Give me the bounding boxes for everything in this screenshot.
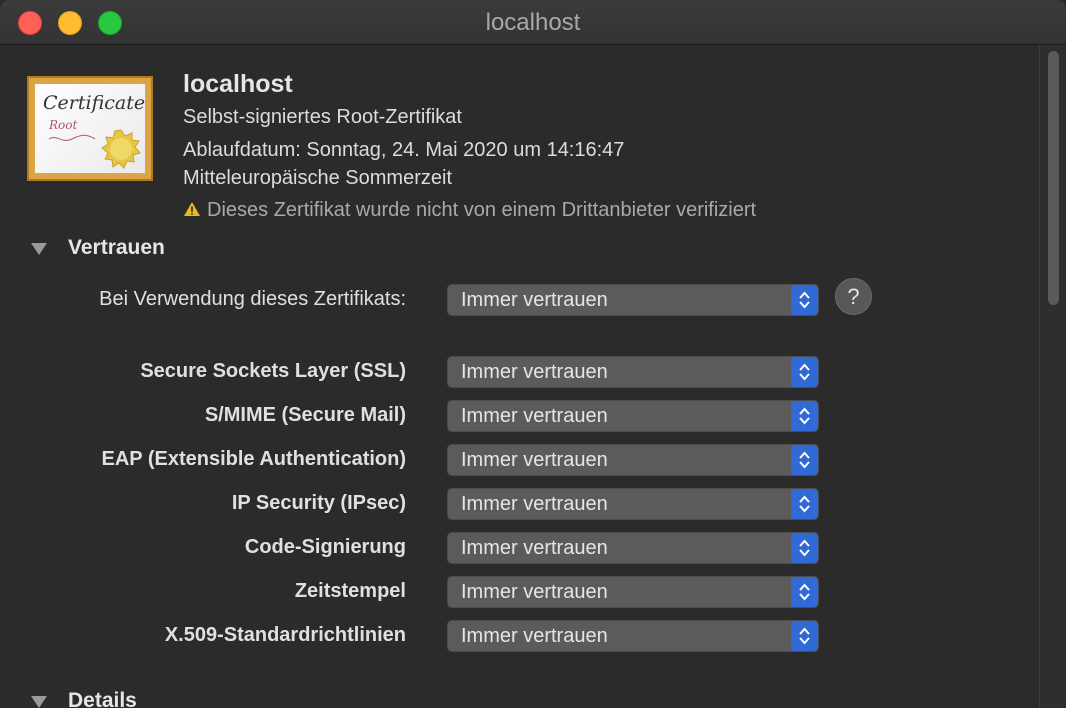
- select-value: Immer vertrauen: [461, 581, 608, 603]
- select-value: Immer vertrauen: [461, 361, 608, 383]
- trust-row-label-timestamp: Zeitstempel: [294, 580, 406, 602]
- select-value: Immer vertrauen: [461, 449, 608, 471]
- warning-icon: [184, 202, 200, 216]
- certificate-icon-word: Certificate: [43, 92, 146, 114]
- trust-row-label-ssl: Secure Sockets Layer (SSL): [140, 360, 406, 382]
- trust-select-eap[interactable]: Immer vertrauen: [447, 444, 819, 476]
- main-trust-label: Bei Verwendung dieses Zertifikats:: [99, 288, 406, 310]
- scrollbar-thumb[interactable]: [1048, 51, 1059, 305]
- scrollbar[interactable]: [1039, 45, 1066, 708]
- select-value: Immer vertrauen: [461, 537, 608, 559]
- select-value: Immer vertrauen: [461, 289, 608, 311]
- certificate-window: localhost Certificate Root localhost Sel…: [0, 0, 1066, 708]
- disclosure-triangle-icon[interactable]: [30, 695, 48, 708]
- updown-chevron-icon: [791, 621, 818, 651]
- trust-row-label-x509: X.509-Standardrichtlinien: [164, 624, 406, 646]
- trust-row-label-eap: EAP (Extensible Authentication): [101, 448, 406, 470]
- certificate-icon: Certificate Root: [27, 76, 153, 181]
- trust-select-ipsec[interactable]: Immer vertrauen: [447, 488, 819, 520]
- updown-chevron-icon: [791, 489, 818, 519]
- certificate-expiry: Ablaufdatum: Sonntag, 24. Mai 2020 um 14…: [183, 139, 625, 161]
- trust-row-label-smime: S/MIME (Secure Mail): [204, 404, 406, 426]
- window-title: localhost: [485, 9, 581, 36]
- swirl-icon: [48, 134, 96, 141]
- trust-select-smime[interactable]: Immer vertrauen: [447, 400, 819, 432]
- title-bar: localhost: [0, 0, 1066, 45]
- main-trust-select[interactable]: Immer vertrauen: [447, 284, 819, 316]
- certificate-icon-sub: Root: [49, 118, 78, 132]
- select-value: Immer vertrauen: [461, 405, 608, 427]
- content-area: Certificate Root localhost Selbst-signie…: [0, 45, 1040, 708]
- select-value: Immer vertrauen: [461, 493, 608, 515]
- trust-row-label-codesign: Code-Signierung: [244, 536, 406, 558]
- trust-row-label-ipsec: IP Security (IPsec): [231, 492, 406, 514]
- verification-warning: Dieses Zertifikat wurde nicht von einem …: [183, 199, 756, 222]
- seal-icon: [101, 129, 141, 169]
- trust-select-ssl[interactable]: Immer vertrauen: [447, 356, 819, 388]
- warning-text: Dieses Zertifikat wurde nicht von einem …: [207, 199, 757, 221]
- updown-chevron-icon: [791, 357, 818, 387]
- section-trust-label[interactable]: Vertrauen: [68, 236, 165, 260]
- updown-chevron-icon: [791, 577, 818, 607]
- trust-select-timestamp[interactable]: Immer vertrauen: [447, 576, 819, 608]
- updown-chevron-icon: [791, 533, 818, 563]
- section-details-label[interactable]: Details: [68, 689, 137, 708]
- updown-chevron-icon: [791, 285, 818, 315]
- select-value: Immer vertrauen: [461, 625, 608, 647]
- certificate-type: Selbst-signiertes Root-Zertifikat: [183, 106, 462, 128]
- certificate-timezone: Mitteleuropäische Sommerzeit: [183, 167, 452, 189]
- trust-select-x509[interactable]: Immer vertrauen: [447, 620, 819, 652]
- trust-select-codesign[interactable]: Immer vertrauen: [447, 532, 819, 564]
- help-button[interactable]: ?: [835, 278, 872, 315]
- certificate-name: localhost: [183, 70, 293, 98]
- updown-chevron-icon: [791, 445, 818, 475]
- disclosure-triangle-icon[interactable]: [30, 242, 48, 256]
- updown-chevron-icon: [791, 401, 818, 431]
